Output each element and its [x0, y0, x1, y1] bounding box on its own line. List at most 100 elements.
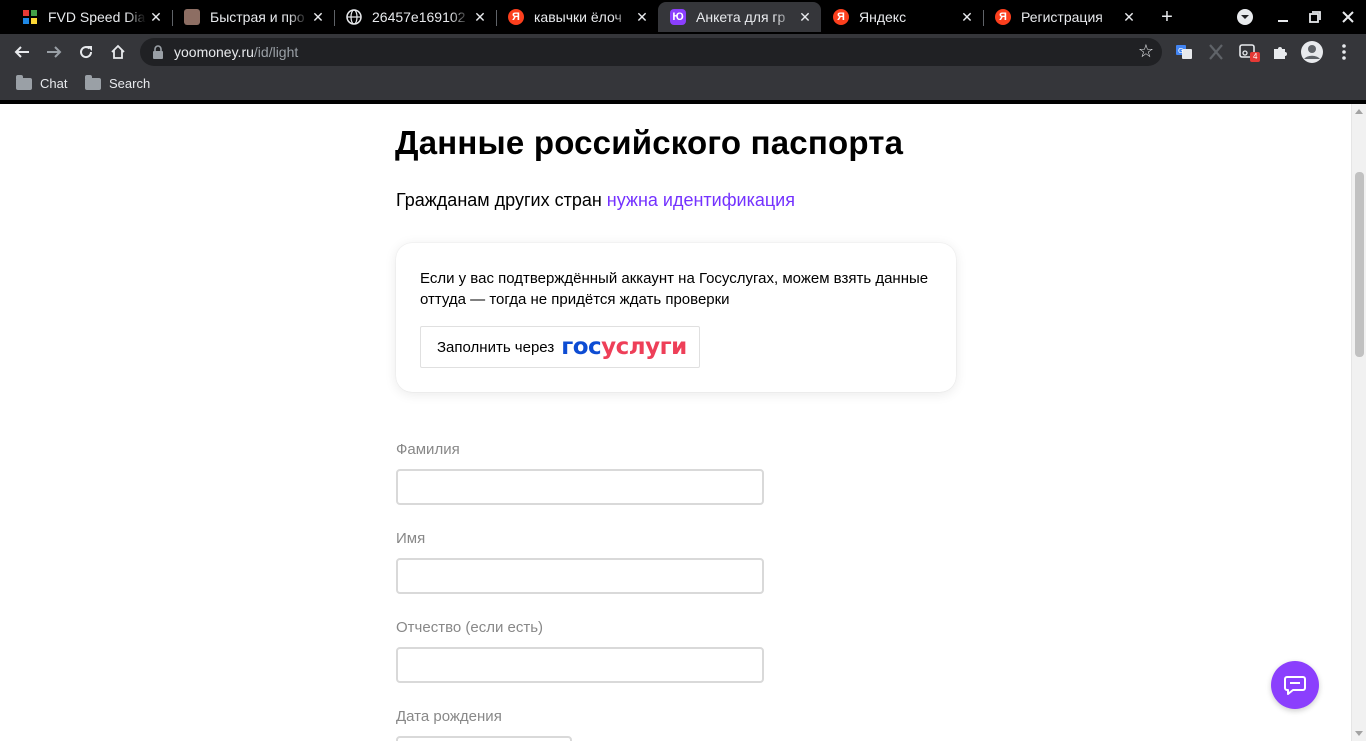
support-chat-button[interactable] — [1271, 661, 1319, 709]
extensions-button[interactable] — [1270, 42, 1290, 62]
page-scrollbar[interactable] — [1351, 104, 1366, 741]
tab-anketa[interactable]: Ю Анкета для гр ✕ — [658, 2, 821, 32]
scroll-down-icon[interactable] — [1355, 731, 1363, 736]
birth-date-input[interactable] — [396, 736, 572, 741]
tab-title: 26457e169102 — [372, 9, 466, 25]
tab-close-icon[interactable]: ✕ — [957, 7, 977, 27]
yandex-icon: Я — [833, 9, 849, 25]
address-path: /id/light — [253, 44, 299, 60]
tab-title: Регистрация — [1021, 9, 1103, 25]
bookmark-folder-search[interactable]: Search — [85, 74, 151, 91]
fvd-speed-dial-icon — [22, 9, 38, 25]
reload-icon — [80, 46, 93, 59]
reload-button[interactable] — [72, 38, 100, 66]
subtitle-text: Гражданам других стран — [396, 190, 607, 210]
menu-button[interactable] — [1334, 42, 1354, 62]
restore-icon — [1309, 11, 1321, 23]
surname-input[interactable] — [396, 469, 764, 505]
tab-title: FVD Speed Dial — [48, 9, 146, 25]
patronymic-label: Отчество (если есть) — [396, 619, 544, 636]
bookmark-star-icon[interactable]: ☆ — [1138, 41, 1154, 62]
tab-close-icon[interactable]: ✕ — [795, 7, 815, 27]
gosuslugi-logo-part2: услуги — [601, 334, 687, 360]
bookmark-label: Chat — [40, 76, 68, 91]
tab-bystraya[interactable]: Быстрая и про ✕ — [172, 2, 334, 32]
page-subtitle: Гражданам других стран нужна идентификац… — [396, 190, 795, 211]
yandex-icon: Я — [995, 9, 1011, 25]
tab-registration[interactable]: Я Регистрация ✕ — [983, 2, 1145, 32]
gosuslugi-logo: госуслуги — [561, 334, 687, 360]
scroll-up-icon[interactable] — [1355, 109, 1363, 114]
first-name-label: Имя — [396, 530, 426, 547]
fill-via-gosuslugi-button[interactable]: Заполнить через госуслуги — [420, 326, 700, 368]
forward-button[interactable] — [40, 38, 68, 66]
gosuslugi-card-text: Если у вас подтверждённый аккаунт на Гос… — [420, 270, 929, 308]
page-content: Данные российского паспорта Гражданам др… — [0, 104, 1366, 741]
translate-extension-button[interactable]: G — [1174, 42, 1194, 62]
tab-yandex[interactable]: Я Яндекс ✕ — [821, 2, 983, 32]
profile-button[interactable] — [1301, 41, 1323, 63]
address-bar[interactable]: yoomoney.ru/id/light ☆ — [140, 38, 1162, 66]
minimize-icon — [1278, 20, 1288, 22]
browser-chrome: FVD Speed Dial ✕ Быстрая и про ✕ 26457e1… — [0, 0, 1366, 104]
tab-title: Быстрая и про — [210, 9, 305, 25]
tab-kavychki[interactable]: Я кавычки ёлоч ✕ — [496, 2, 658, 32]
home-icon — [111, 44, 125, 59]
tab-title: Яндекс — [859, 9, 907, 25]
extension-badge: 4 — [1250, 52, 1261, 62]
tab-hash[interactable]: 26457e169102 ✕ — [334, 2, 496, 32]
bookmarks-bar: Chat Search — [0, 70, 1366, 100]
tab-close-icon[interactable]: ✕ — [146, 7, 166, 27]
bookmark-folder-chat[interactable]: Chat — [16, 74, 68, 91]
foreign-identification-link[interactable]: нужна идентификация — [607, 190, 795, 210]
x-icon — [1209, 44, 1223, 60]
first-name-input[interactable] — [396, 558, 764, 594]
tab-fvd-speed-dial[interactable]: FVD Speed Dial ✕ — [10, 2, 172, 32]
globe-icon — [346, 9, 362, 25]
browser-toolbar: yoomoney.ru/id/light ☆ G 4 — [0, 34, 1366, 70]
kebab-menu-icon — [1342, 44, 1346, 60]
surname-label: Фамилия — [396, 441, 460, 458]
back-button[interactable] — [8, 38, 36, 66]
svg-text:G: G — [1178, 47, 1183, 55]
page-title: Данные российского паспорта — [395, 124, 904, 161]
tab-search-button[interactable] — [1233, 5, 1257, 29]
tab-strip: FVD Speed Dial ✕ Быстрая и про ✕ 26457e1… — [0, 0, 1366, 34]
avatar-icon — [184, 9, 200, 25]
translate-icon: G — [1176, 45, 1192, 59]
folder-icon — [85, 74, 101, 90]
arrow-left-icon — [14, 46, 29, 58]
bookmark-label: Search — [109, 76, 151, 91]
tab-close-icon[interactable]: ✕ — [308, 7, 328, 27]
close-window-button[interactable] — [1336, 5, 1360, 29]
tab-title: кавычки ёлоч — [534, 9, 622, 25]
chevron-down-icon — [1237, 9, 1253, 25]
gosuslugi-button-label: Заполнить через — [437, 338, 555, 356]
folder-icon — [16, 74, 32, 90]
restore-button[interactable] — [1303, 5, 1327, 29]
cast-extension-button[interactable]: 4 — [1238, 42, 1261, 62]
patronymic-input[interactable] — [396, 647, 764, 683]
minimize-button[interactable] — [1271, 5, 1295, 29]
close-icon — [1342, 11, 1354, 23]
address-host: yoomoney.ru — [174, 44, 254, 60]
profile-avatar-icon — [1301, 41, 1323, 63]
puzzle-icon — [1274, 47, 1287, 59]
gosuslugi-logo-part1: гос — [561, 334, 602, 360]
x-extension-button[interactable] — [1206, 42, 1226, 62]
tab-close-icon[interactable]: ✕ — [632, 7, 652, 27]
chat-bubble-icon — [1284, 676, 1306, 695]
birth-date-label: Дата рождения — [396, 708, 502, 725]
yandex-icon: Я — [508, 9, 524, 25]
new-tab-button[interactable]: + — [1155, 5, 1179, 29]
gosuslugi-card: Если у вас подтверждённый аккаунт на Гос… — [396, 243, 956, 392]
lock-icon — [153, 45, 163, 59]
address-url: yoomoney.ru/id/light — [174, 44, 298, 60]
tab-close-icon[interactable]: ✕ — [470, 7, 490, 27]
tab-close-icon[interactable]: ✕ — [1119, 7, 1139, 27]
yoomoney-icon: Ю — [670, 9, 686, 25]
scrollbar-thumb[interactable] — [1355, 172, 1364, 357]
home-button[interactable] — [104, 38, 132, 66]
tab-title: Анкета для гр — [696, 9, 786, 25]
arrow-right-icon — [47, 46, 62, 58]
